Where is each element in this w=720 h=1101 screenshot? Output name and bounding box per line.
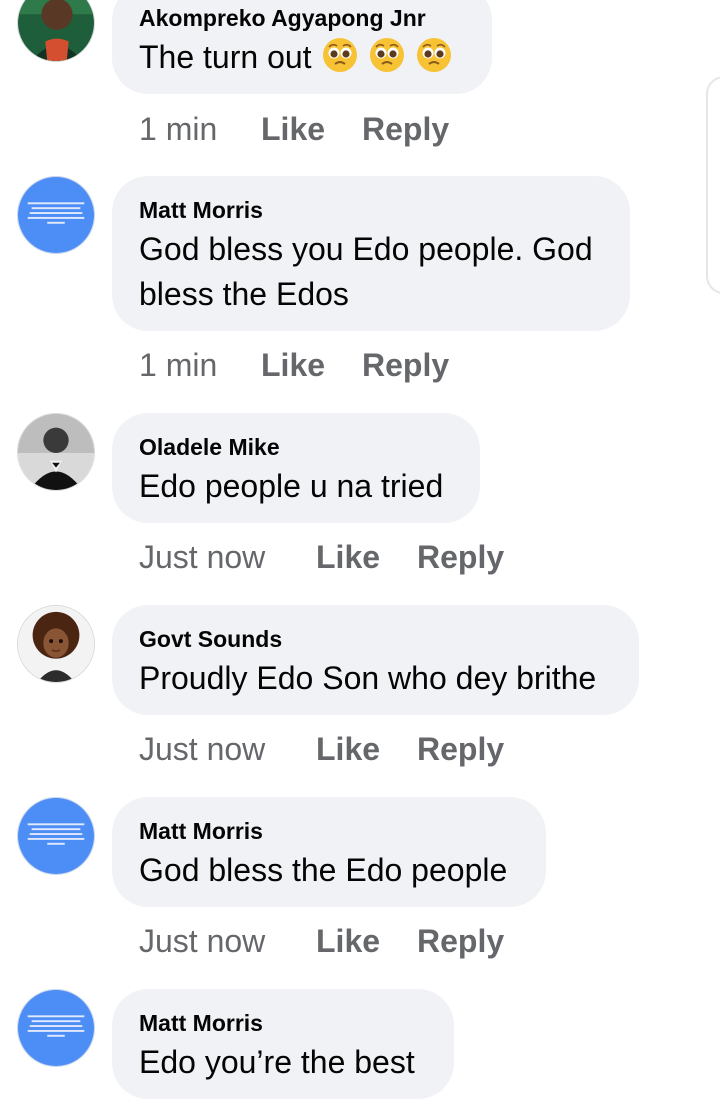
reply-button[interactable]: Reply [417, 731, 504, 768]
comment-text: The turn out [139, 35, 452, 80]
comment-item: Matt Morris God bless the Edo people Jus… [0, 797, 720, 977]
comment-bubble[interactable]: Matt Morris God bless you Edo people. Go… [112, 176, 630, 331]
comment-author[interactable]: Akompreko Agyapong Jnr [139, 5, 426, 32]
comment-timestamp: Just now [139, 539, 266, 575]
avatar-cartoon-icon [18, 606, 94, 682]
comment-actions: 1 min Like Reply [139, 347, 449, 384]
avatar[interactable] [17, 176, 95, 254]
comment-bubble[interactable]: Matt Morris Edo you’re the best [112, 989, 454, 1099]
like-button[interactable]: Like [261, 111, 362, 148]
comment-timestamp: Just now [139, 923, 266, 959]
comment-item: Oladele Mike Edo people u na tried Just … [0, 413, 720, 593]
comment-timestamp: 1 min [139, 347, 218, 383]
comment-author[interactable]: Matt Morris [139, 197, 263, 224]
comment-actions: Just now Like Reply [139, 539, 504, 576]
avatar-photo-icon [18, 0, 94, 61]
reply-button[interactable]: Reply [417, 539, 504, 576]
comment-author[interactable]: Oladele Mike [139, 434, 280, 461]
comment-actions: Just now Like Reply [139, 923, 504, 960]
like-button[interactable]: Like [316, 923, 417, 960]
avatar[interactable] [17, 605, 95, 683]
side-panel-edge [706, 76, 720, 294]
comment-bubble[interactable]: Govt Sounds Proudly Edo Son who dey brit… [112, 605, 639, 715]
avatar[interactable] [17, 413, 95, 491]
comment-author[interactable]: Govt Sounds [139, 626, 282, 653]
avatar[interactable] [17, 797, 95, 875]
pleading-face-icon [369, 37, 405, 73]
comment-text-line: God bless you Edo people. God [139, 231, 593, 267]
comment-item: Akompreko Agyapong Jnr The turn out 1 mi… [0, 0, 720, 160]
avatar[interactable] [17, 0, 95, 62]
comment-text-line: bless the Edos [139, 276, 349, 312]
avatar[interactable] [17, 989, 95, 1067]
comment-text: Edo people u na tried [139, 468, 444, 504]
like-button[interactable]: Like [316, 539, 417, 576]
reply-button[interactable]: Reply [417, 923, 504, 960]
like-button[interactable]: Like [316, 731, 417, 768]
comment-text: God bless the Edo people [139, 852, 508, 888]
comment-bubble[interactable]: Oladele Mike Edo people u na tried [112, 413, 480, 523]
comment-item: Matt Morris Edo you’re the best [0, 989, 720, 1101]
comment-actions: 1 min Like Reply [139, 111, 449, 148]
avatar-text-icon [18, 798, 94, 874]
comment-timestamp: 1 min [139, 111, 218, 147]
comment-author[interactable]: Matt Morris [139, 1010, 263, 1037]
comment-actions: Just now Like Reply [139, 731, 504, 768]
comment-item: Govt Sounds Proudly Edo Son who dey brit… [0, 605, 720, 785]
comment-author[interactable]: Matt Morris [139, 818, 263, 845]
reply-button[interactable]: Reply [362, 111, 449, 148]
comment-bubble[interactable]: Akompreko Agyapong Jnr The turn out [112, 0, 492, 94]
like-button[interactable]: Like [261, 347, 362, 384]
comment-timestamp: Just now [139, 731, 266, 767]
comment-text-content: The turn out [139, 39, 312, 75]
comment-text: Edo you’re the best [139, 1044, 415, 1080]
comment-text: Proudly Edo Son who dey brithe [139, 660, 597, 696]
avatar-photo-icon [18, 414, 94, 490]
pleading-face-icon [322, 37, 358, 73]
comment-item: Matt Morris God bless you Edo people. Go… [0, 176, 720, 396]
avatar-text-icon [18, 990, 94, 1066]
pleading-face-icon [416, 37, 452, 73]
reply-button[interactable]: Reply [362, 347, 449, 384]
avatar-text-icon [18, 177, 94, 253]
comment-bubble[interactable]: Matt Morris God bless the Edo people [112, 797, 546, 907]
